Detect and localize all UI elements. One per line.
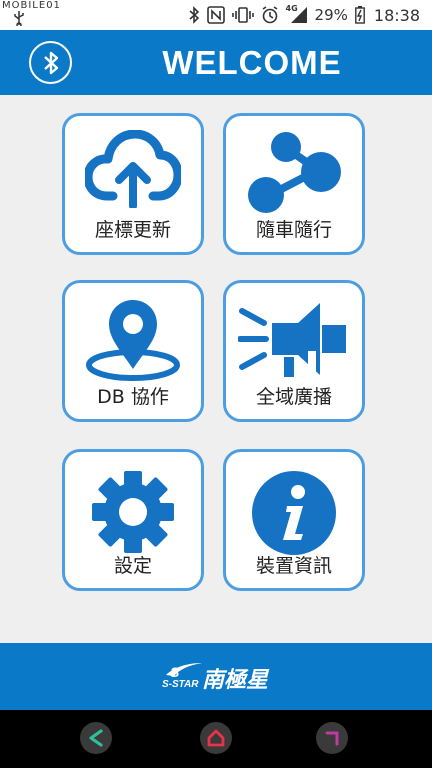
app-header: WELCOME (0, 30, 432, 95)
bluetooth-button[interactable] (29, 41, 72, 84)
home-icon (207, 729, 225, 747)
share-nodes-icon (248, 132, 341, 213)
tile-db-collaboration[interactable]: DB 協作 (62, 280, 204, 422)
brand-logo: S S-STAR 南極星 (160, 653, 276, 701)
svg-text:S: S (170, 664, 180, 679)
nfc-icon (206, 6, 225, 24)
alarm-icon (262, 6, 277, 24)
clock: 18:38 (373, 5, 420, 25)
tile-label: DB 協作 (97, 386, 169, 408)
brand-sub: S-STAR (162, 679, 199, 690)
tile-label: 隨車隨行 (255, 219, 332, 241)
gear-icon (92, 471, 174, 553)
info-icon (252, 471, 336, 555)
signal-icon: 4G (286, 4, 308, 24)
battery-percent: 29% (314, 6, 348, 24)
status-bar: MOBILE01 4G 29% 18:38 (0, 0, 432, 30)
nav-back-button[interactable] (80, 722, 112, 754)
usb-icon (14, 11, 24, 26)
tile-coordinate-update[interactable]: 座標更新 (62, 113, 204, 255)
tile-label: 座標更新 (94, 219, 171, 241)
system-nav-bar (0, 710, 432, 768)
recent-apps-icon (325, 731, 339, 746)
battery-icon (354, 6, 365, 24)
star-swoosh-icon: S (166, 663, 202, 679)
megaphone-icon (238, 303, 346, 379)
bluetooth-status-icon (189, 6, 199, 24)
app-footer: S S-STAR 南極星 (0, 643, 432, 710)
nav-home-button[interactable] (200, 722, 232, 754)
tile-settings[interactable]: 設定 (62, 449, 204, 591)
nav-recent-button[interactable] (316, 722, 348, 754)
bluetooth-icon (43, 51, 58, 74)
page-title: WELCOME (162, 44, 342, 81)
brand-name: 南極星 (202, 668, 269, 693)
watermark: MOBILE01 (2, 0, 61, 11)
location-pin-icon (86, 300, 180, 381)
tile-label: 全域廣播 (255, 386, 332, 408)
tile-global-broadcast[interactable]: 全域廣播 (223, 280, 365, 422)
status-icons: 4G 29% 18:38 (188, 4, 420, 26)
tile-device-info[interactable]: 裝置資訊 (223, 449, 365, 591)
tile-label: 裝置資訊 (255, 555, 332, 577)
tile-follow-vehicle[interactable]: 隨車隨行 (223, 113, 365, 255)
vibrate-icon (231, 7, 254, 23)
tile-label: 設定 (113, 555, 152, 577)
back-icon (89, 729, 103, 747)
cloud-upload-icon (85, 130, 181, 208)
